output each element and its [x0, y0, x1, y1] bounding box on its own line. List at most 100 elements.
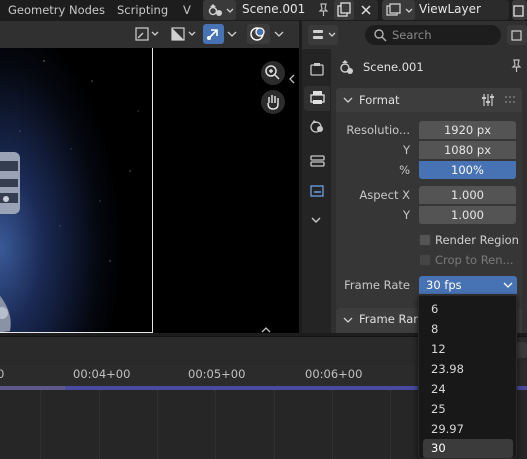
crop-to-render-label: Crop to Ren... — [435, 253, 514, 267]
ruler-tick: 00:06+00 — [305, 367, 363, 381]
grid-line — [332, 390, 333, 459]
workspace-tab-truncated[interactable]: V — [177, 2, 197, 19]
zoom-button[interactable] — [261, 61, 285, 85]
snap-toggle-button[interactable] — [203, 24, 224, 44]
pin-icon[interactable] — [316, 2, 330, 18]
view-layer-name[interactable]: ViewLayer — [419, 2, 481, 16]
pin-icon[interactable] — [509, 58, 523, 74]
aspect-x-field[interactable]: 1.000 — [419, 186, 516, 204]
editor-type-button[interactable] — [308, 25, 338, 45]
resolution-percent-slider[interactable]: 100% — [419, 161, 516, 179]
duplicate-icon — [513, 5, 524, 17]
ruler-tick: 0 — [0, 367, 5, 381]
resolution-y-label: Y — [402, 143, 410, 157]
frame-rate-option[interactable]: 29.97 — [423, 420, 513, 439]
aspect-y-field[interactable]: 1.000 — [419, 206, 516, 224]
tab-world[interactable] — [304, 180, 330, 205]
workspace-topbar: Geometry Nodes Scripting V Scene.001 Vie… — [0, 0, 527, 21]
scene-name[interactable]: Scene.001 — [242, 2, 305, 16]
printer-icon — [310, 91, 325, 104]
drag-handle-icon[interactable] — [504, 94, 516, 106]
frame-rate-option[interactable]: 23.98 — [423, 360, 513, 379]
overlays-toggle-button[interactable] — [247, 24, 270, 44]
frame-rate-label: Frame Rate — [344, 278, 410, 292]
search-placeholder: Search — [392, 28, 432, 42]
hand-icon — [267, 95, 279, 110]
chevron-down-icon — [274, 31, 284, 37]
frame-rate-dropdown[interactable]: 30 fps — [419, 276, 517, 294]
timeline-range-bar-left — [0, 386, 65, 390]
scene-icon — [208, 4, 234, 16]
viewport-header — [0, 21, 299, 48]
crop-to-render-checkbox[interactable] — [419, 254, 431, 266]
search-field[interactable]: Search — [365, 25, 501, 45]
chevron-down-icon — [503, 282, 513, 288]
resolution-y-field[interactable]: 1080 px — [419, 141, 516, 159]
tabs-more[interactable] — [304, 208, 330, 233]
overlay-icon — [250, 27, 265, 41]
pan-button[interactable] — [261, 90, 285, 114]
view-layer-selector: ViewLayer — [382, 0, 509, 20]
resolution-percent-label: % — [399, 163, 410, 177]
frame-rate-option[interactable]: 8 — [423, 320, 513, 339]
resolution-x-field[interactable]: 1920 px — [419, 121, 516, 139]
scene-data-icon — [310, 185, 324, 197]
image-icon — [310, 120, 323, 133]
frame-rate-value: 30 fps — [426, 278, 462, 292]
presets-icon[interactable] — [480, 92, 496, 108]
grid-line — [274, 390, 275, 459]
tab-scene[interactable] — [304, 150, 330, 175]
render-region-label: Render Region — [435, 233, 519, 247]
view-layer-new-button[interactable] — [512, 0, 527, 20]
frame-rate-option[interactable]: 25 — [423, 400, 513, 419]
delete-scene-button[interactable] — [356, 0, 376, 20]
chevron-down-icon — [227, 31, 237, 37]
search-icon — [374, 29, 387, 42]
scene-icon — [340, 60, 353, 74]
view-layer-browse-button[interactable] — [382, 0, 415, 20]
layers-icon — [310, 155, 325, 167]
snap-options-dropdown[interactable] — [225, 24, 239, 44]
frame-rate-option[interactable]: 12 — [423, 340, 513, 359]
context-scene-name: Scene.001 — [363, 60, 424, 74]
grid-line — [99, 390, 100, 459]
format-panel-title: Format — [359, 93, 400, 107]
aspect-x-label: Aspect X — [359, 188, 410, 202]
workspace-tab-geometry-nodes[interactable]: Geometry Nodes — [2, 2, 111, 19]
tab-output[interactable] — [304, 86, 330, 111]
resolution-x-label: Resolutio... — [346, 123, 410, 137]
frame-rate-option-selected[interactable]: 30 — [423, 439, 513, 458]
grid-line — [40, 390, 41, 459]
snap-target-button[interactable] — [168, 24, 198, 44]
frame-rate-menu: 6 8 12 23.98 24 25 29.97 30 — [418, 295, 517, 459]
overlays-options-dropdown[interactable] — [272, 24, 286, 44]
tab-render[interactable] — [304, 58, 330, 83]
chevron-left-icon — [289, 74, 295, 84]
new-scene-button[interactable] — [334, 0, 354, 20]
scene-selector: Scene.001 — [203, 0, 378, 20]
chevron-down-icon — [343, 97, 353, 103]
render-region-checkbox[interactable] — [419, 234, 431, 246]
properties-icon — [313, 30, 336, 39]
chevron-down-icon — [311, 217, 321, 223]
workspace-tab-scripting[interactable]: Scripting — [111, 2, 174, 19]
properties-options-button[interactable] — [507, 25, 527, 45]
chevron-down-icon — [343, 317, 353, 323]
sidebar-toggle[interactable] — [288, 72, 296, 86]
aspect-y-label: Y — [402, 208, 410, 222]
format-panel-header[interactable]: Format — [336, 88, 522, 112]
duplicate-icon — [337, 2, 351, 17]
scene-browse-button[interactable] — [203, 0, 236, 20]
camera-back-icon — [310, 63, 324, 76]
snap-icon — [171, 27, 196, 41]
ruler-tick: 00:05+00 — [188, 367, 246, 381]
magnet-icon — [207, 29, 218, 40]
pivot-point-button[interactable] — [132, 24, 161, 44]
ruler-tick: 00:04+00 — [73, 367, 131, 381]
header-toggle[interactable] — [259, 324, 273, 333]
frame-rate-option[interactable]: 6 — [423, 300, 513, 319]
grid-line — [157, 390, 158, 459]
frame-rate-option[interactable]: 24 — [423, 380, 513, 399]
tab-view-layer[interactable] — [304, 114, 330, 139]
zoom-icon — [265, 65, 280, 80]
